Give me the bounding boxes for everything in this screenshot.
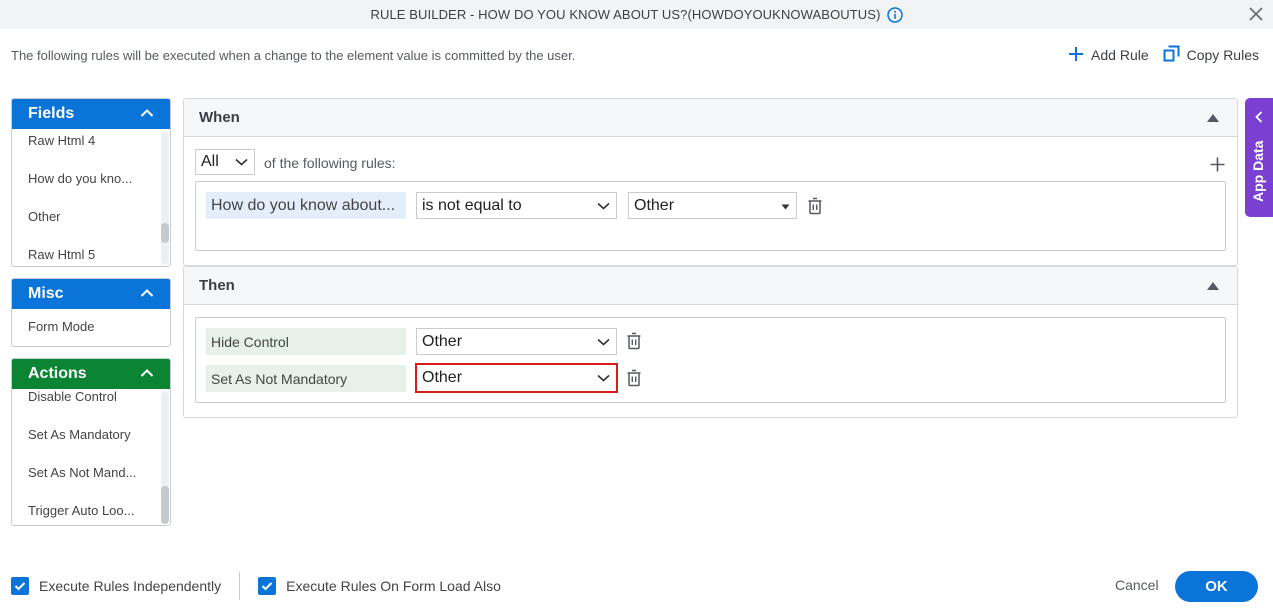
condition-value: Other — [634, 196, 675, 214]
copy-rules-label: Copy Rules — [1186, 47, 1259, 63]
copy-rules-button[interactable]: Copy Rules — [1163, 45, 1259, 65]
checkbox-checked-icon[interactable] — [11, 577, 29, 595]
condition-box: How do you know about... is not equal to… — [195, 181, 1226, 251]
chevron-down-icon — [597, 333, 610, 351]
dialog-titlebar: RULE BUILDER - HOW DO YOU KNOW ABOUT US?… — [0, 0, 1273, 29]
misc-panel: Misc Form Mode — [11, 278, 171, 347]
actions-panel-title: Actions — [28, 365, 87, 382]
then-action[interactable]: Hide Control — [206, 328, 406, 355]
chevron-left-icon — [1255, 110, 1263, 128]
add-rule-label: Add Rule — [1091, 47, 1149, 63]
fields-panel: Fields Raw Html 4 How do you kno... Othe… — [11, 98, 171, 267]
then-target-value: Other — [422, 369, 463, 386]
field-item[interactable]: Other — [12, 197, 170, 235]
field-item[interactable]: Raw Html 5 — [12, 235, 170, 266]
fields-scrollbar-thumb[interactable] — [161, 223, 169, 243]
chevron-up-icon[interactable] — [140, 105, 154, 123]
trash-icon[interactable] — [626, 369, 642, 387]
fields-scrollbar[interactable] — [161, 131, 169, 265]
operator-value: is not equal to — [422, 196, 522, 214]
info-icon[interactable] — [886, 6, 903, 23]
then-action[interactable]: Set As Not Mandatory — [206, 365, 406, 392]
trash-icon[interactable] — [807, 197, 823, 215]
add-condition-icon[interactable] — [1210, 157, 1225, 177]
footer-divider — [239, 572, 241, 600]
actions-scrollbar-thumb[interactable] — [161, 486, 169, 524]
caret-down-icon — [781, 197, 790, 215]
match-suffix-label: of the following rules: — [264, 155, 396, 171]
misc-item[interactable]: Form Mode — [12, 309, 170, 343]
misc-panel-header[interactable]: Misc — [12, 279, 170, 309]
collapse-icon[interactable] — [1207, 113, 1219, 122]
then-target-select[interactable]: Other — [416, 328, 617, 355]
footer-options: Execute Rules Independently Execute Rule… — [11, 572, 501, 600]
dialog-title: RULE BUILDER - HOW DO YOU KNOW ABOUT US?… — [370, 7, 881, 22]
field-item[interactable]: Raw Html 4 — [12, 121, 170, 159]
fields-panel-title: Fields — [28, 105, 75, 122]
chevron-down-icon — [235, 153, 248, 171]
field-item[interactable]: How do you kno... — [12, 159, 170, 197]
chevron-up-icon[interactable] — [140, 365, 154, 383]
action-item[interactable]: Trigger Auto Loo... — [12, 491, 170, 525]
toolbar: Add Rule Copy Rules — [1068, 45, 1259, 65]
chevron-up-icon[interactable] — [140, 285, 154, 303]
then-section-title: Then — [199, 277, 235, 294]
close-icon[interactable] — [1247, 5, 1265, 23]
misc-panel-title: Misc — [28, 285, 64, 302]
then-target-value: Other — [422, 332, 463, 350]
collapse-icon[interactable] — [1207, 281, 1219, 290]
app-data-tab[interactable]: App Data — [1245, 98, 1273, 217]
match-mode-select[interactable]: All — [195, 149, 255, 175]
ok-button[interactable]: OK — [1175, 571, 1258, 602]
actions-box: Hide Control Other Set As Not Mandatory … — [195, 317, 1226, 403]
action-item[interactable]: Set As Mandatory — [12, 415, 170, 453]
actions-scrollbar[interactable] — [161, 391, 169, 524]
app-data-label: App Data — [1250, 140, 1266, 202]
copy-icon — [1163, 45, 1180, 65]
condition-field[interactable]: How do you know about... — [206, 192, 406, 219]
execute-on-load-checkbox[interactable]: Execute Rules On Form Load Also — [258, 577, 501, 595]
then-section: Then Hide Control Other Set As Not Manda… — [183, 266, 1238, 418]
chevron-down-icon — [597, 197, 610, 215]
when-section-header[interactable]: When — [184, 99, 1237, 137]
add-rule-button[interactable]: Add Rule — [1068, 46, 1149, 65]
when-section: When All of the following rules: How do … — [183, 98, 1238, 266]
checkbox-checked-icon[interactable] — [258, 577, 277, 595]
actions-panel: Actions Disable Control Set As Mandatory… — [11, 358, 171, 526]
action-item[interactable]: Set As Not Mand... — [12, 453, 170, 491]
match-mode-value: All — [201, 153, 219, 170]
when-section-title: When — [199, 109, 240, 126]
cancel-button[interactable]: Cancel — [1115, 577, 1159, 593]
dialog-description: The following rules will be executed whe… — [11, 48, 576, 63]
then-section-header[interactable]: Then — [184, 267, 1237, 305]
operator-select[interactable]: is not equal to — [416, 192, 617, 219]
trash-icon[interactable] — [626, 332, 642, 350]
execute-on-load-label: Execute Rules On Form Load Also — [286, 578, 501, 594]
chevron-down-icon — [597, 369, 610, 387]
plus-icon — [1068, 46, 1084, 65]
then-target-select-error[interactable]: Other — [415, 363, 618, 393]
execute-independently-label: Execute Rules Independently — [39, 578, 222, 594]
execute-independently-checkbox[interactable]: Execute Rules Independently — [11, 577, 221, 595]
condition-value-select[interactable]: Other — [628, 192, 797, 219]
